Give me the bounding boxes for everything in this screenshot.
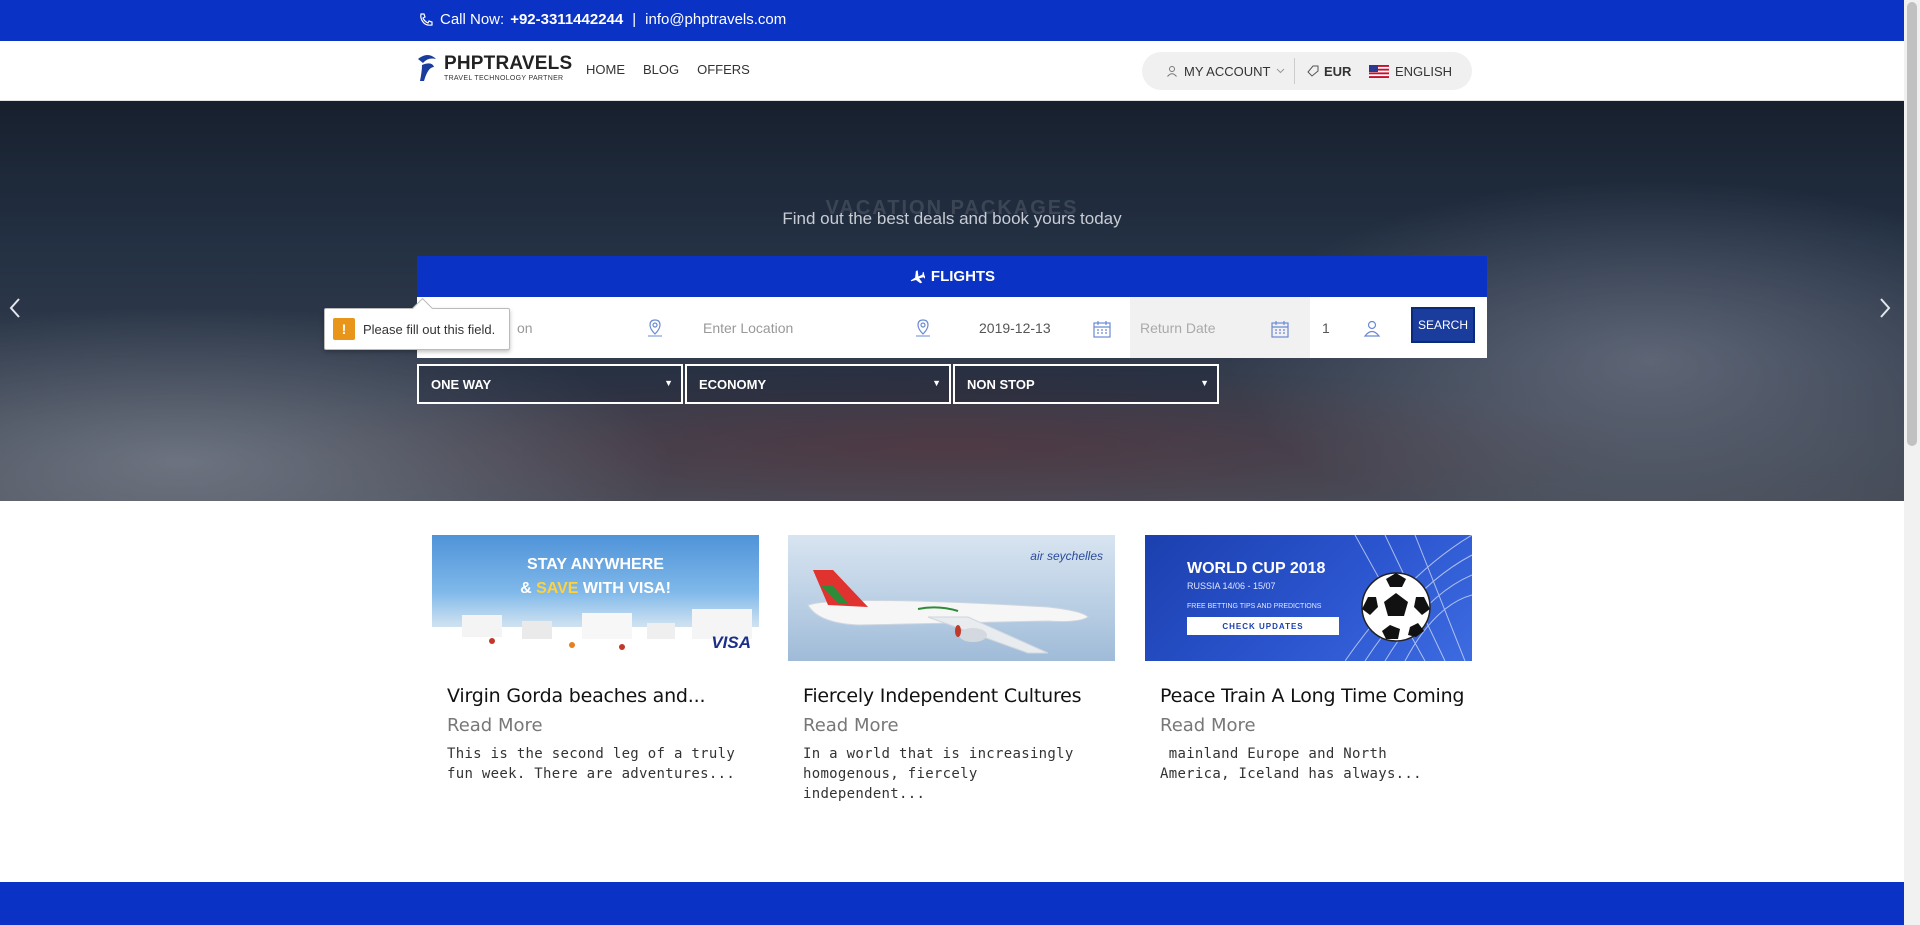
to-location-pin-icon: [916, 319, 930, 337]
return-calendar-icon: [1271, 321, 1289, 338]
depart-calendar-icon: [1093, 321, 1111, 338]
blog-card-3-desc: mainland Europe and North America, Icela…: [1160, 746, 1422, 782]
blog-card-1[interactable]: STAY ANYWHERE & SAVE WITH VISA! VISA Vir…: [432, 535, 759, 784]
contact-divider: |: [632, 11, 637, 28]
cabin-class-value: ECONOMY: [699, 376, 767, 392]
cabin-class-select[interactable]: ECONOMY ▼: [685, 364, 951, 404]
world-cup-tagline: FREE BETTING TIPS AND PREDICTIONS: [1187, 603, 1322, 610]
blog-card-1-image[interactable]: STAY ANYWHERE & SAVE WITH VISA! VISA: [432, 535, 759, 661]
blog-card-2-title[interactable]: Fiercely Independent Cultures: [788, 685, 1115, 707]
nav-links: HOME BLOG OFFERS: [586, 62, 750, 77]
hero-subtitle: Find out the best deals and book yours t…: [782, 209, 1122, 228]
blog-card-3-image[interactable]: WORLD CUP 2018 RUSSIA 14/06 - 15/07 FREE…: [1145, 535, 1472, 661]
visa-logo: VISA: [711, 633, 751, 652]
currency-label: EUR: [1324, 63, 1352, 79]
phone-number[interactable]: +92-3311442244: [510, 11, 623, 28]
phone-icon: [420, 12, 433, 26]
blog-card-3-read-more[interactable]: Read More: [1145, 715, 1472, 736]
nav-blog[interactable]: BLOG: [643, 62, 679, 77]
cabin-class-caret-icon: ▼: [932, 378, 941, 388]
blog-card-2[interactable]: air seychelles Fiercely Independent Cult…: [788, 535, 1115, 804]
main-navbar: PHPTRAVELS TRAVEL TECHNOLOGY PARTNER HOM…: [0, 41, 1904, 101]
blog-card-3-title[interactable]: Peace Train A Long Time Coming: [1145, 685, 1472, 707]
stops-value: NON STOP: [967, 376, 1035, 392]
blog-card-2-image[interactable]: air seychelles: [788, 535, 1115, 661]
promo-amp: &: [520, 580, 537, 597]
stops-select[interactable]: NON STOP ▼: [953, 364, 1219, 404]
search-button[interactable]: SEARCH: [1409, 305, 1477, 345]
footer-band: [0, 882, 1904, 925]
depart-date-value: 2019-12-13: [979, 319, 1051, 336]
promo-line-1: STAY ANYWHERE: [527, 556, 664, 573]
soccer-ball-icon: [1361, 572, 1431, 642]
us-flag-icon: [1369, 64, 1389, 78]
tab-flights-label: FLIGHTS: [930, 268, 996, 285]
trip-type-select[interactable]: ONE WAY ▼: [417, 364, 683, 404]
passengers-value: 1: [1322, 319, 1330, 336]
nav-separator: [1294, 58, 1295, 84]
passengers-input[interactable]: 1: [1310, 297, 1410, 358]
promo-save: SAVE: [536, 580, 579, 597]
my-account-dropdown[interactable]: MY ACCOUNT: [1142, 64, 1294, 79]
validation-tooltip: ! Please fill out this field.: [324, 308, 510, 350]
my-account-label: MY ACCOUNT: [1184, 63, 1271, 79]
logo-tagline: TRAVEL TECHNOLOGY PARTNER: [444, 75, 564, 82]
flight-search-form: on Enter Location 2019-12-13 Return Date…: [417, 297, 1487, 358]
promo-rest: WITH VISA!: [578, 580, 671, 597]
slider-next-arrow-icon[interactable]: [1878, 297, 1892, 323]
airplane-graphic: [807, 570, 1089, 654]
scrollbar-thumb[interactable]: [1907, 2, 1917, 446]
trip-type-caret-icon: ▼: [664, 378, 673, 388]
currency-selector[interactable]: EUR: [1307, 64, 1369, 79]
promo-headline: STAY ANYWHERE & SAVE WITH VISA!: [432, 553, 759, 601]
language-label: ENGLISH: [1395, 63, 1453, 79]
nav-utility-pill: MY ACCOUNT EUR ENGLISH: [1142, 52, 1472, 90]
tab-flights[interactable]: FLIGHTS: [417, 256, 1487, 297]
blog-card-1-desc: This is the second leg of a truly fun we…: [447, 746, 736, 782]
passenger-user-icon: [1363, 320, 1381, 337]
santorini-buildings-graphic: [432, 609, 759, 661]
call-now-label: Call Now:: [440, 11, 505, 28]
stops-caret-icon: ▼: [1200, 378, 1209, 388]
promo-line-2: & SAVE WITH VISA!: [432, 577, 759, 601]
top-contact-bar: Call Now: +92-3311442244 | info@phptrave…: [0, 0, 1904, 41]
air-seychelles-logo: air seychelles: [1030, 549, 1103, 563]
logo-mark-icon: [418, 55, 436, 81]
check-updates-button[interactable]: CHECK UPDATES: [1187, 617, 1339, 635]
nav-home[interactable]: HOME: [586, 62, 625, 77]
language-selector[interactable]: ENGLISH: [1369, 64, 1452, 79]
chevron-down-icon: [1277, 68, 1285, 74]
slider-prev-arrow-icon[interactable]: [8, 297, 22, 323]
flight-options-row: ONE WAY ▼ ECONOMY ▼ NON STOP ▼: [417, 364, 1219, 404]
world-cup-title: WORLD CUP 2018: [1187, 560, 1326, 577]
warning-icon: !: [333, 318, 355, 340]
contact-email[interactable]: info@phptravels.com: [645, 11, 786, 28]
logo-name: PHPTRAVELS: [444, 53, 573, 74]
blog-card-1-title[interactable]: Virgin Gorda beaches and...: [432, 685, 759, 707]
from-location-text: on: [517, 319, 533, 336]
from-location-pin-icon: [648, 319, 662, 337]
return-date-placeholder: Return Date: [1140, 319, 1216, 336]
trip-type-value: ONE WAY: [431, 376, 492, 392]
blog-card-2-read-more[interactable]: Read More: [788, 715, 1115, 736]
world-cup-dates: RUSSIA 14/06 - 15/07: [1187, 581, 1276, 591]
site-logo[interactable]: PHPTRAVELS TRAVEL TECHNOLOGY PARTNER: [414, 53, 572, 83]
search-button-label: SEARCH: [1417, 318, 1468, 332]
user-icon: [1167, 66, 1177, 77]
to-location-placeholder: Enter Location: [703, 319, 794, 336]
blog-card-1-read-more[interactable]: Read More: [432, 715, 759, 736]
nav-offers[interactable]: OFFERS: [697, 62, 750, 77]
blog-card-2-desc: In a world that is increasingly homogeno…: [803, 746, 1074, 802]
plane-icon: [910, 269, 925, 283]
validation-message: Please fill out this field.: [363, 321, 496, 337]
tag-icon: [1307, 65, 1319, 77]
blog-card-3[interactable]: WORLD CUP 2018 RUSSIA 14/06 - 15/07 FREE…: [1145, 535, 1472, 784]
page-scrollbar[interactable]: [1904, 0, 1920, 925]
